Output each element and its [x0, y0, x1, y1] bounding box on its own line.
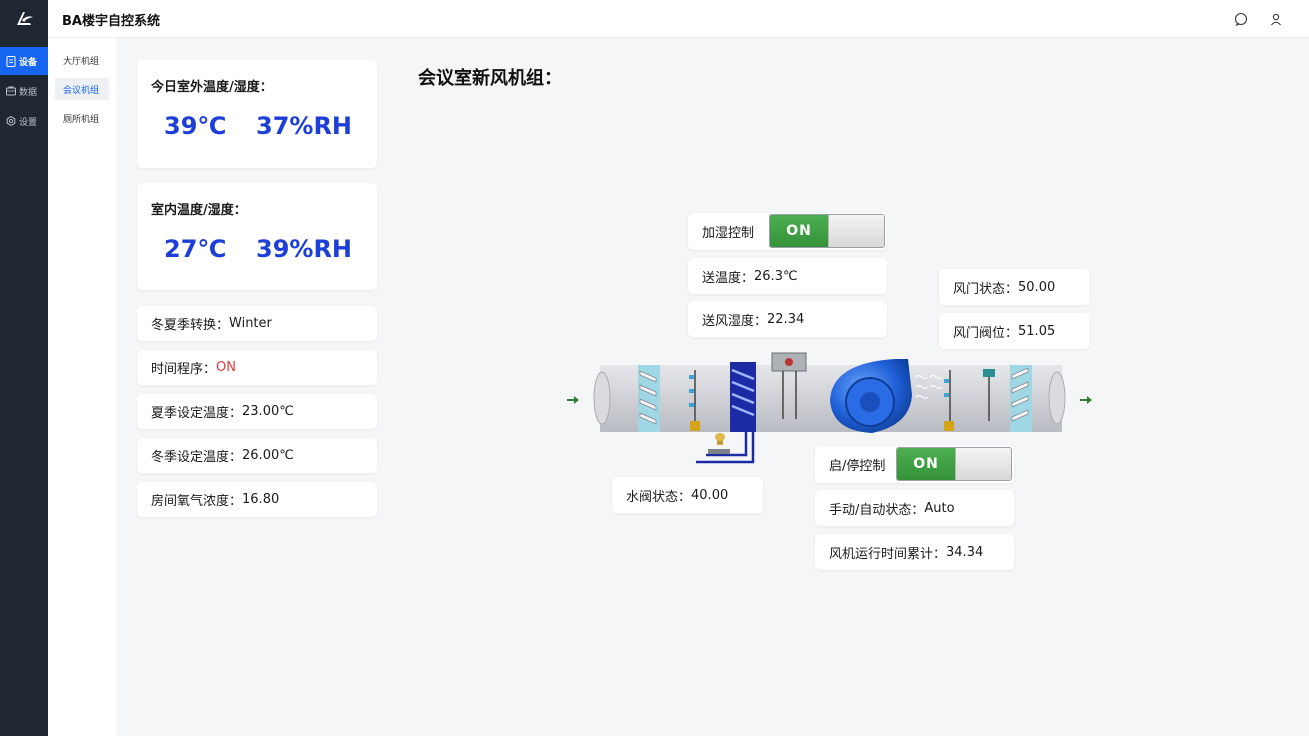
oxygen-label: 房间氧气浓度： — [151, 494, 243, 509]
outdoor-temp-value: 39℃ — [164, 112, 227, 140]
damper-state-value: 50.00 — [1018, 279, 1056, 295]
subnav-item-restroom[interactable]: 厕所机组 — [55, 107, 109, 129]
supply-temp-value: 26.3℃ — [754, 268, 798, 284]
outdoor-climate-title: 今日室外温度/湿度： — [151, 80, 273, 95]
mode-card: 手动/自动状态： Auto — [815, 490, 1014, 526]
inlet-damper — [638, 365, 660, 432]
humidify-label: 加湿控制 — [702, 226, 755, 241]
rail-item-data[interactable]: 数据 — [0, 77, 48, 105]
damper-position-value: 51.05 — [1018, 323, 1056, 339]
mode-value: Auto — [924, 500, 955, 516]
airflow-inlet-arrow — [567, 396, 579, 404]
app-header: BA楼宇自控系统 — [0, 0, 1309, 38]
rail-item-label: 数据 — [19, 87, 38, 98]
runtime-label: 风机运行时间累计： — [829, 546, 947, 562]
subnav-item-lobby[interactable]: 大厅机组 — [55, 49, 109, 71]
outdoor-climate-card: 今日室外温度/湿度： 39℃ 37%RH — [137, 60, 377, 168]
logo-icon — [17, 12, 33, 25]
outlet-damper — [1010, 365, 1032, 432]
damper-state-card: 风门状态： 50.00 — [939, 269, 1090, 305]
season-mode-row: 冬夏季转换： Winter — [137, 306, 377, 341]
app-title: BA楼宇自控系统 — [62, 14, 160, 29]
runtime-value: 34.34 — [946, 544, 984, 560]
subnav-item-meeting[interactable]: 会议机组 — [55, 78, 109, 100]
main-sidebar: 设备 数据 设置 — [0, 38, 48, 736]
supply-humidity-value: 22.34 — [767, 311, 805, 327]
supply-humidity-label: 送风湿度： — [702, 313, 768, 329]
device-icon — [6, 55, 16, 67]
rail-item-label: 设置 — [19, 117, 38, 128]
winter-setpoint-value: 26.00℃ — [242, 448, 294, 463]
humidify-toggle-knob — [828, 215, 884, 247]
start-stop-toggle-knob — [955, 448, 1011, 480]
supply-humidity-card: 送风湿度： 22.34 — [688, 301, 887, 337]
rail-item-device[interactable]: 设备 — [0, 47, 48, 75]
damper-position-label: 风门阀位： — [953, 325, 1019, 341]
summer-setpoint-label: 夏季设定温度： — [151, 406, 243, 421]
indoor-climate-card: 室内温度/湿度： 27℃ 39%RH — [137, 183, 377, 290]
indoor-climate-title: 室内温度/湿度： — [151, 203, 247, 218]
water-valve-label: 水阀状态： — [626, 489, 692, 505]
oxygen-value: 16.80 — [242, 492, 280, 507]
winter-setpoint-row: 冬季设定温度： 26.00℃ — [137, 438, 377, 473]
schedule-value: ON — [216, 360, 236, 375]
start-stop-toggle-on: ON — [897, 448, 955, 480]
damper-position-card: 风门阀位： 51.05 — [939, 313, 1090, 349]
data-icon — [6, 86, 16, 96]
user-icon[interactable] — [1267, 10, 1285, 28]
unit-subnav: 大厅机组 会议机组 厕所机组 — [48, 38, 116, 736]
indoor-humidity-value: 39%RH — [256, 235, 353, 263]
indoor-temp-value: 27℃ — [164, 235, 227, 263]
oxygen-row: 房间氧气浓度： 16.80 — [137, 482, 377, 517]
rail-item-settings[interactable]: 设置 — [0, 107, 48, 135]
season-value: Winter — [229, 316, 272, 331]
supply-temp-card: 送温度： 26.3℃ — [688, 258, 887, 294]
runtime-card: 风机运行时间累计： 34.34 — [815, 534, 1014, 570]
settings-icon — [6, 116, 16, 126]
start-stop-label: 启/停控制 — [829, 459, 886, 474]
humidify-toggle-on: ON — [770, 215, 828, 247]
airflow-outlet-arrow — [1080, 396, 1092, 404]
schedule-row: 时间程序： ON — [137, 350, 377, 385]
summer-setpoint-row: 夏季设定温度： 23.00℃ — [137, 394, 377, 429]
start-stop-toggle[interactable]: ON — [896, 447, 1012, 481]
humidify-toggle[interactable]: ON — [769, 214, 885, 248]
water-valve-value: 40.00 — [691, 487, 729, 503]
rail-item-label: 设备 — [19, 57, 38, 68]
winter-setpoint-label: 冬季设定温度： — [151, 450, 243, 465]
water-valve-card: 水阀状态： 40.00 — [612, 477, 763, 513]
season-label: 冬夏季转换： — [151, 318, 230, 333]
outdoor-humidity-value: 37%RH — [256, 112, 353, 140]
supply-temp-label: 送温度： — [702, 270, 755, 286]
app-logo[interactable] — [0, 0, 48, 38]
message-icon[interactable] — [1232, 10, 1250, 28]
summer-setpoint-value: 23.00℃ — [242, 404, 294, 419]
damper-state-label: 风门状态： — [953, 281, 1019, 297]
mode-label: 手动/自动状态： — [829, 502, 925, 518]
schedule-label: 时间程序： — [151, 362, 217, 377]
water-valve-icon — [708, 433, 730, 454]
unit-title: 会议室新风机组： — [418, 68, 562, 89]
